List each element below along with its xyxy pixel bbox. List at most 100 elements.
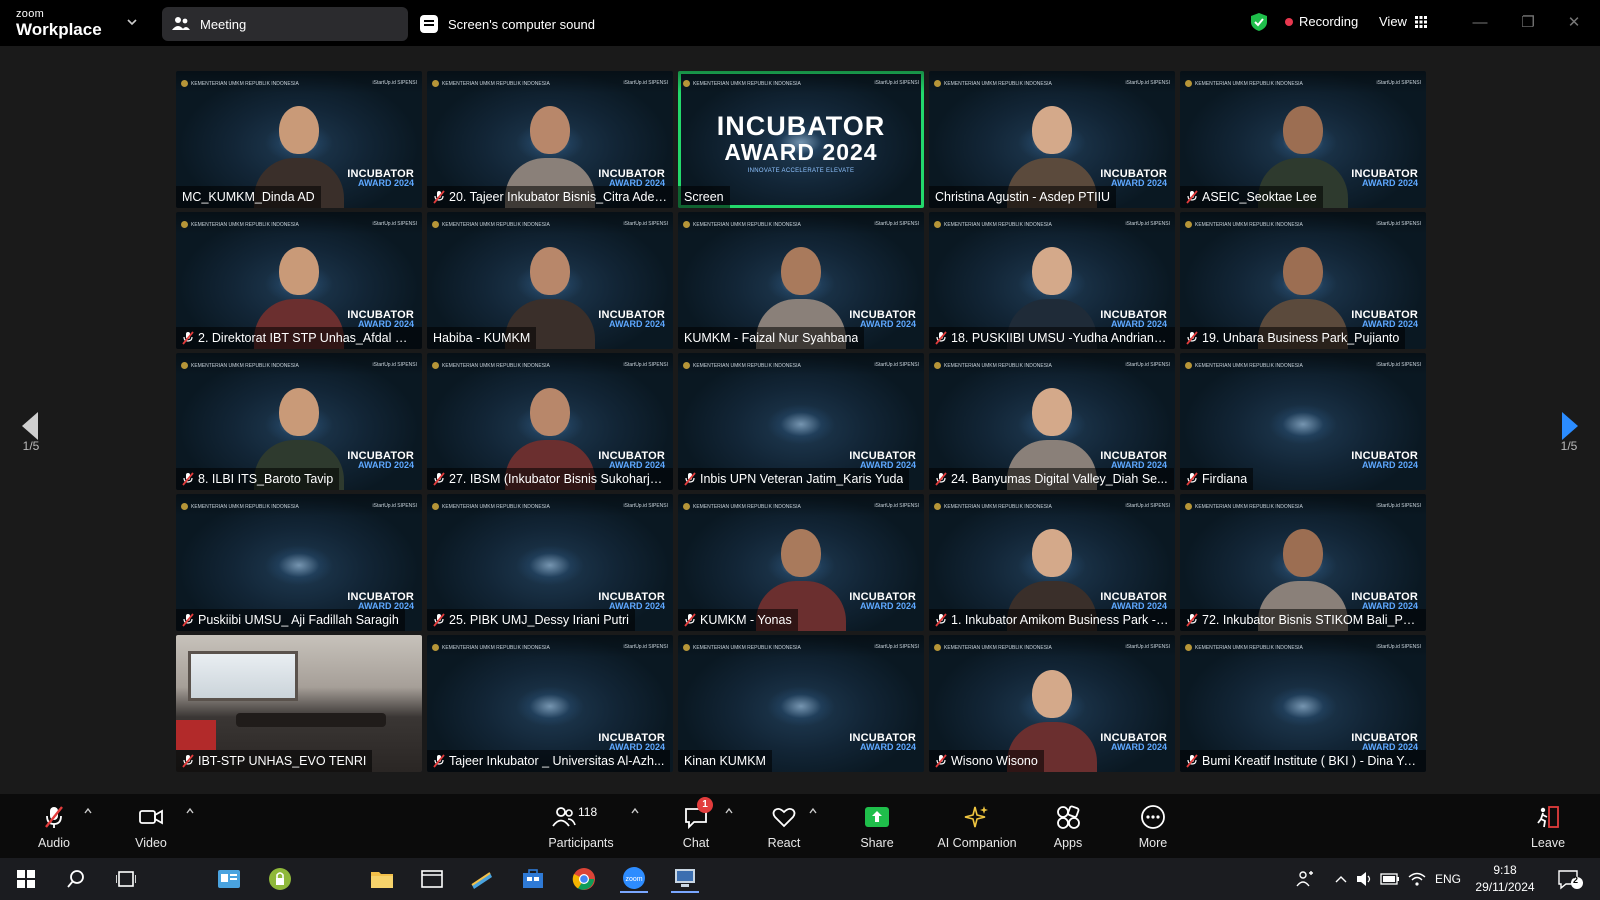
virtual-background-header: KEMENTERIAN UMKM REPUBLIK INDONESIA iStar… [683, 641, 919, 653]
clock-time: 9:18 [1493, 863, 1517, 877]
participant-name-bar: 72. Inkubator Bisnis STIKOM Bali_Put... [1180, 609, 1426, 631]
header-left-text: KEMENTERIAN UMKM REPUBLIK INDONESIA [1195, 80, 1303, 87]
participant-name-bar: Christina Agustin - Asdep PTIIU [929, 186, 1117, 208]
leave-button[interactable]: Leave [1503, 804, 1593, 850]
participant-tile[interactable]: KEMENTERIAN UMKM REPUBLIK INDONESIA iStar… [176, 212, 422, 349]
header-left-text: KEMENTERIAN UMKM REPUBLIK INDONESIA [944, 221, 1052, 228]
participant-tile[interactable]: KEMENTERIAN UMKM REPUBLIK INDONESIA iStar… [678, 635, 924, 772]
battery-icon[interactable] [1380, 858, 1400, 900]
minimize-icon[interactable]: — [1470, 12, 1490, 32]
chrome-icon[interactable] [570, 865, 598, 893]
header-left-text: KEMENTERIAN UMKM REPUBLIK INDONESIA [442, 362, 550, 369]
participant-head [530, 388, 570, 436]
show-hidden-icons-chevron-icon[interactable] [1334, 858, 1348, 900]
participant-tile[interactable]: KEMENTERIAN UMKM REPUBLIK INDONESIA iStar… [678, 494, 924, 631]
virtual-background-header: KEMENTERIAN UMKM REPUBLIK INDONESIA iStar… [1185, 500, 1421, 512]
participant-tile[interactable]: KEMENTERIAN UMKM REPUBLIK INDONESIA iStar… [678, 353, 924, 490]
participant-tile[interactable]: KEMENTERIAN UMKM REPUBLIK INDONESIA iStar… [427, 635, 673, 772]
participant-name: 18. PUSKIIBI UMSU -Yudha Andrians... [951, 331, 1169, 345]
meeting-tab[interactable]: Meeting [162, 7, 408, 41]
notifications-icon[interactable]: 2 [1556, 858, 1584, 900]
participant-tile[interactable]: KEMENTERIAN UMKM REPUBLIK INDONESIA iStar… [427, 71, 673, 208]
participant-tile[interactable]: KEMENTERIAN UMKM REPUBLIK INDONESIA iStar… [176, 71, 422, 208]
chat-options-chevron-icon[interactable] [724, 806, 734, 816]
task-view-icon[interactable] [112, 865, 140, 893]
view-button[interactable]: View [1379, 14, 1427, 29]
ministry-logo-icon [432, 361, 439, 369]
share-button[interactable]: Share [832, 804, 922, 850]
header-right-text: iStartUp.id SIPENSI [1376, 503, 1421, 509]
microphone-muted-icon [1186, 613, 1198, 627]
brand-small: zoom [16, 8, 45, 20]
header-right-text: iStartUp.id SIPENSI [623, 362, 668, 368]
video-options-chevron-icon[interactable] [185, 806, 195, 816]
ministry-logo-icon [1185, 643, 1192, 651]
more-label: More [1138, 836, 1168, 850]
participant-tile[interactable]: KEMENTERIAN UMKM REPUBLIK INDONESIA iStar… [176, 353, 422, 490]
participant-tile[interactable]: KEMENTERIAN UMKM REPUBLIK INDONESIA iStar… [427, 494, 673, 631]
wifi-icon[interactable] [1408, 858, 1426, 900]
participant-tile[interactable]: IBT-STP UNHAS_EVO TENRI [176, 635, 422, 772]
ministry-logo-icon [181, 79, 188, 87]
participant-tile[interactable]: KEMENTERIAN UMKM REPUBLIK INDONESIA iStar… [1180, 212, 1426, 349]
ministry-logo-icon [1185, 79, 1192, 87]
header-right-text: iStartUp.id SIPENSI [874, 503, 919, 509]
remote-desktop-icon[interactable] [671, 865, 699, 893]
participant-tile[interactable]: KEMENTERIAN UMKM REPUBLIK INDONESIA iStar… [929, 353, 1175, 490]
people-tray-icon[interactable] [1296, 858, 1314, 900]
volume-icon[interactable] [1356, 858, 1374, 900]
vpn-lock-icon[interactable] [266, 865, 294, 893]
share-label: Share [860, 836, 894, 850]
header-left-text: KEMENTERIAN UMKM REPUBLIK INDONESIA [944, 503, 1052, 510]
recording-indicator[interactable]: Recording [1285, 14, 1358, 29]
participant-tile[interactable]: KEMENTERIAN UMKM REPUBLIK INDONESIA iStar… [427, 353, 673, 490]
participant-tile[interactable]: KEMENTERIAN UMKM REPUBLIK INDONESIA iStar… [1180, 635, 1426, 772]
store-icon[interactable] [519, 865, 547, 893]
audio-options-chevron-icon[interactable] [83, 806, 93, 816]
participants-options-chevron-icon[interactable] [630, 806, 640, 816]
participant-tile[interactable]: KEMENTERIAN UMKM REPUBLIK INDONESIA iStar… [929, 635, 1175, 772]
ai-companion-button[interactable]: AI Companion [932, 804, 1022, 850]
search-icon[interactable] [62, 865, 90, 893]
participant-tile[interactable]: KEMENTERIAN UMKM REPUBLIK INDONESIA iStar… [929, 71, 1175, 208]
video-button[interactable]: Video [106, 804, 196, 850]
microphone-muted-icon [935, 613, 947, 627]
sticky-app-icon[interactable] [468, 865, 496, 893]
participant-name-bar: KUMKM - Yonas [678, 609, 798, 631]
apps-button[interactable]: Apps [1023, 804, 1113, 850]
participant-name-bar: Inbis UPN Veteran Jatim_Karis Yuda [678, 468, 910, 490]
ministry-logo-icon [432, 502, 439, 510]
participant-tile[interactable]: KEMENTERIAN UMKM REPUBLIK INDONESIA iStar… [1180, 71, 1426, 208]
participant-tile[interactable]: KEMENTERIAN UMKM REPUBLIK INDONESIA iStar… [427, 212, 673, 349]
participant-tile[interactable]: KEMENTERIAN UMKM REPUBLIK INDONESIA iStar… [1180, 353, 1426, 490]
svg-text:zoom: zoom [625, 876, 642, 883]
chevron-down-icon[interactable] [126, 16, 138, 28]
zoom-taskbar-icon[interactable]: zoom [620, 865, 648, 893]
microphone-muted-icon [433, 754, 445, 768]
language-indicator[interactable]: ENG [1435, 858, 1461, 900]
view-label: View [1379, 14, 1407, 29]
computer-sound-tab[interactable]: Screen's computer sound [420, 7, 595, 41]
header-left-text: KEMENTERIAN UMKM REPUBLIK INDONESIA [693, 362, 801, 369]
participant-tile[interactable]: KEMENTERIAN UMKM REPUBLIK INDONESIA iStar… [929, 212, 1175, 349]
close-icon[interactable]: ✕ [1564, 12, 1584, 32]
system-clock[interactable]: 9:18 29/11/2024 [1470, 862, 1540, 896]
app-contact-icon[interactable] [215, 865, 243, 893]
participant-name: Inbis UPN Veteran Jatim_Karis Yuda [700, 472, 904, 486]
windows-start-icon[interactable] [12, 865, 40, 893]
participant-tile[interactable]: KEMENTERIAN UMKM REPUBLIK INDONESIA iStar… [1180, 494, 1426, 631]
participants-button[interactable]: 118 Participants [536, 804, 626, 850]
participant-head [279, 388, 319, 436]
header-right-text: iStartUp.id SIPENSI [623, 644, 668, 650]
encryption-shield-icon[interactable] [1250, 12, 1268, 32]
participant-tile[interactable]: KEMENTERIAN UMKM REPUBLIK INDONESIA iStar… [176, 494, 422, 631]
shared-screen-tile[interactable]: KEMENTERIAN UMKM REPUBLIK INDONESIA iStar… [678, 71, 924, 208]
file-explorer-icon[interactable] [368, 865, 396, 893]
react-options-chevron-icon[interactable] [808, 806, 818, 816]
ministry-logo-icon [934, 643, 941, 651]
participant-tile[interactable]: KEMENTERIAN UMKM REPUBLIK INDONESIA iStar… [678, 212, 924, 349]
restore-icon[interactable]: ❐ [1518, 12, 1538, 32]
participant-tile[interactable]: KEMENTERIAN UMKM REPUBLIK INDONESIA iStar… [929, 494, 1175, 631]
more-button[interactable]: More [1108, 804, 1198, 850]
window-app-icon[interactable] [418, 865, 446, 893]
